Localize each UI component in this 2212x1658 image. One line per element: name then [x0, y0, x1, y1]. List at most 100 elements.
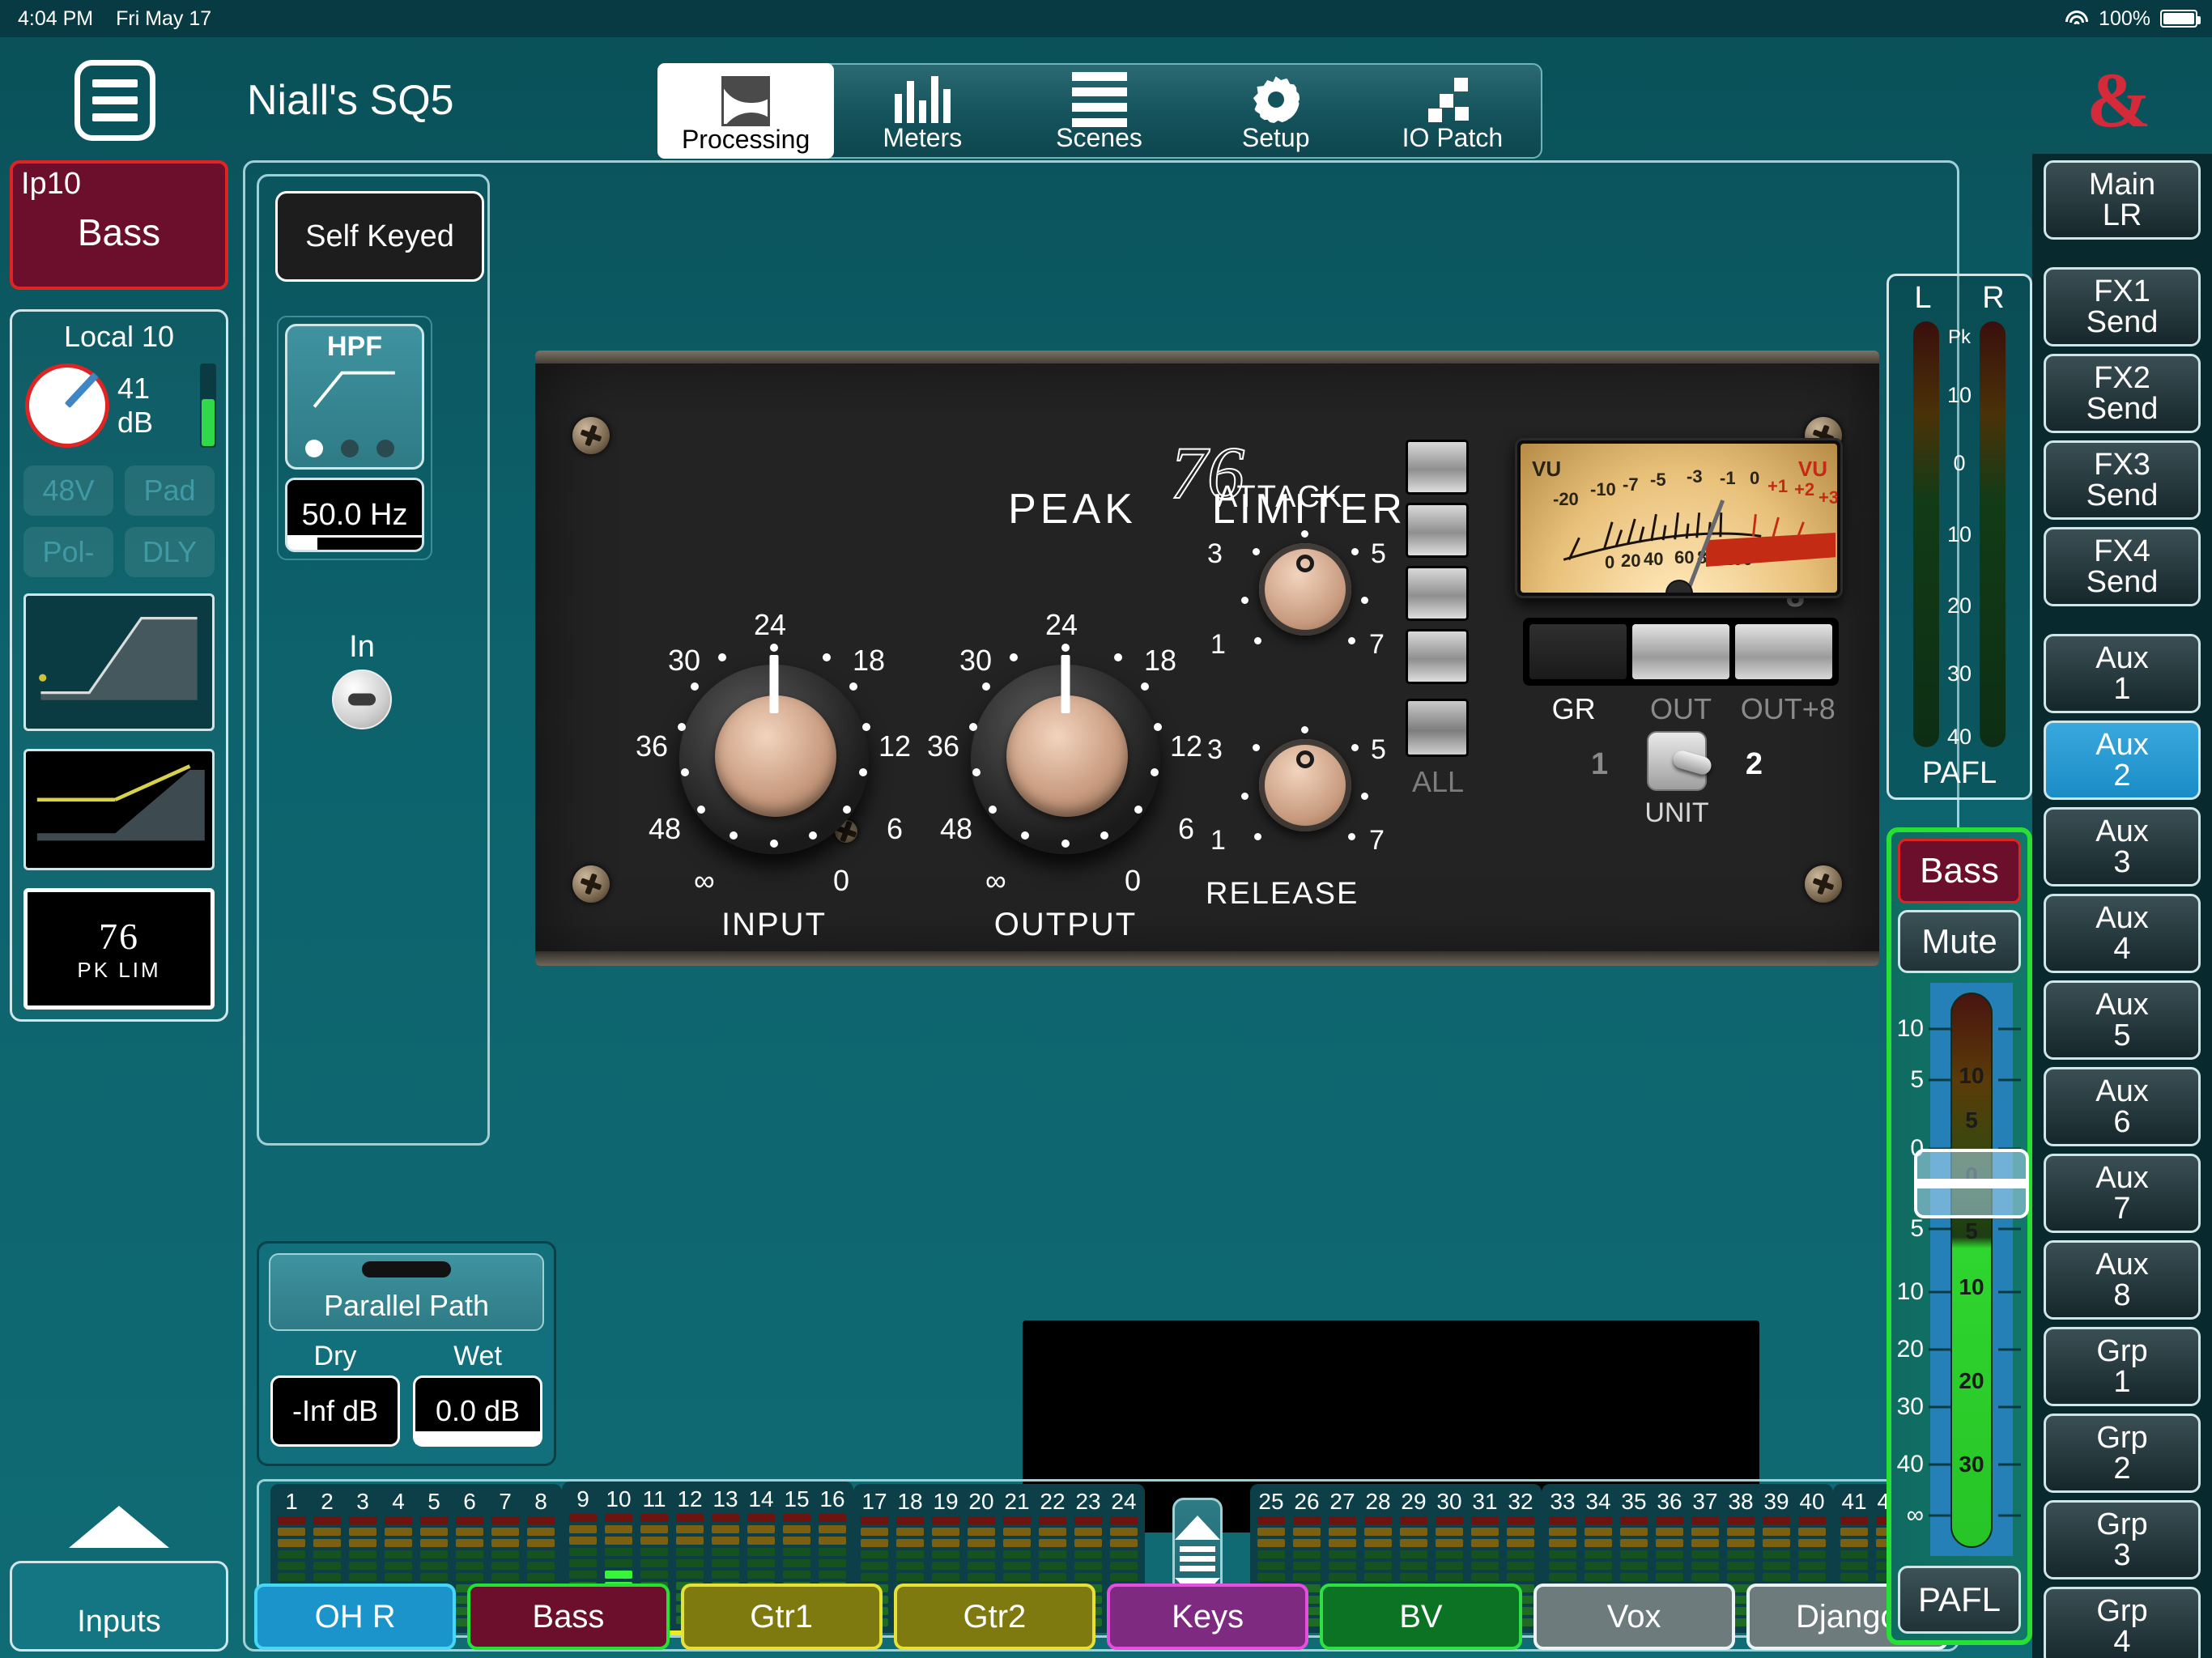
- mix-button-aux-8[interactable]: Aux8: [2044, 1240, 2201, 1320]
- channel-preamp-column: Ip10 Bass Local 10 41 dB 48V Pad Pol- DL…: [10, 160, 228, 1652]
- ratio-button-4[interactable]: [1406, 629, 1469, 684]
- mix-button-fx1-send[interactable]: FX1Send: [2044, 267, 2201, 346]
- attack-scale-3: 3: [1207, 538, 1223, 570]
- preamp-panel: Local 10 41 dB 48V Pad Pol- DLY: [10, 309, 228, 1022]
- meter-mode-gr-label: GR: [1523, 692, 1624, 726]
- mix-button-grp-1[interactable]: Grp1: [2044, 1327, 2201, 1406]
- fader-channel-name[interactable]: Bass: [1898, 839, 2021, 903]
- channel-button-keys[interactable]: Keys: [1107, 1584, 1308, 1650]
- mix-button-grp-3[interactable]: Grp3: [2044, 1500, 2201, 1579]
- pafl-scale: Pk 10 0 10 20 30 40: [1889, 321, 2030, 747]
- io-patch-icon: [1428, 74, 1477, 125]
- screw-icon: [572, 865, 610, 903]
- polarity-button[interactable]: Pol-: [23, 527, 113, 577]
- ratio-button-20[interactable]: [1406, 440, 1469, 495]
- mix-button-aux-2[interactable]: Aux2: [2044, 721, 2201, 800]
- mix-button-grp-4[interactable]: Grp4: [2044, 1587, 2201, 1658]
- channel-meter-scale: 10 5 0 5 10 20 30: [1950, 993, 1993, 1548]
- fader-handle[interactable]: [1914, 1149, 2029, 1218]
- main-tab-bar: Processing Meters Scenes Setup: [657, 63, 1542, 159]
- meter-mode-out-button[interactable]: [1632, 624, 1729, 679]
- mix-button-fx4-send[interactable]: FX4Send: [2044, 527, 2201, 606]
- hpf-slope-dots: [305, 440, 394, 457]
- eq-thumbnail[interactable]: [23, 593, 215, 731]
- dry-value[interactable]: -Inf dB: [270, 1375, 400, 1447]
- mix-button-aux-5[interactable]: Aux5: [2044, 980, 2201, 1060]
- tab-setup[interactable]: Setup: [1188, 65, 1364, 157]
- scroll-up-arrow[interactable]: [69, 1506, 169, 1548]
- ratio-all-button[interactable]: [1406, 699, 1469, 757]
- mix-button-aux-7[interactable]: Aux7: [2044, 1154, 2201, 1233]
- fader-scale-right: [1997, 983, 2021, 1556]
- ratio-all-label: ALL: [1393, 765, 1482, 799]
- output-knob[interactable]: OUTPUT 24 30 18 36 12 48 6 ∞ 0: [932, 626, 1199, 893]
- parallel-path-grip-icon: [362, 1261, 451, 1278]
- nudge-middle-icon: [1180, 1546, 1215, 1571]
- unit-label: UNIT: [1580, 797, 1774, 829]
- fader-scale: 10 5 0 5 10 20 30 40 ∞: [1895, 983, 1951, 1556]
- channel-number: Ip10: [21, 167, 81, 202]
- hpf-frequency-value[interactable]: 50.0 Hz: [285, 478, 424, 552]
- meters-icon: [895, 74, 951, 125]
- channel-button-vox[interactable]: Vox: [1534, 1584, 1735, 1650]
- release-scale-5: 5: [1371, 734, 1386, 766]
- phantom-48v-button[interactable]: 48V: [23, 466, 113, 516]
- limiter-thumbnail[interactable]: 76 PK LIM: [23, 888, 215, 1010]
- sidechain-hpf-group: HPF 50.0 Hz: [277, 316, 432, 560]
- tab-meters[interactable]: Meters: [834, 65, 1010, 157]
- status-time: 4:04 PM: [18, 7, 93, 31]
- parallel-path-button[interactable]: Parallel Path: [269, 1253, 544, 1331]
- pafl-right-label: R: [1982, 281, 2004, 316]
- tab-processing[interactable]: Processing: [657, 63, 834, 159]
- nudge-up-icon: [1175, 1516, 1220, 1540]
- mix-button-fx2-send[interactable]: FX2Send: [2044, 354, 2201, 433]
- gate-thumbnail[interactable]: [23, 749, 215, 870]
- channel-button-gtr2[interactable]: Gtr2: [894, 1584, 1095, 1650]
- mix-button-aux-4[interactable]: Aux4: [2044, 894, 2201, 973]
- tab-scenes[interactable]: Scenes: [1010, 65, 1187, 157]
- processing-icon: [721, 76, 770, 126]
- mix-button-grp-2[interactable]: Grp2: [2044, 1414, 2201, 1493]
- sidechain-in-toggle[interactable]: In: [332, 630, 392, 729]
- tab-io-patch[interactable]: IO Patch: [1364, 65, 1541, 157]
- channel-button-gtr1[interactable]: Gtr1: [681, 1584, 883, 1650]
- unit-switch-group[interactable]: 1 2 UNIT: [1580, 731, 1774, 829]
- key-source-button[interactable]: Self Keyed: [275, 191, 484, 282]
- wet-value[interactable]: 0.0 dB: [413, 1375, 542, 1447]
- release-knob[interactable]: [1244, 725, 1366, 846]
- meter-mode-out8-button[interactable]: [1735, 624, 1832, 679]
- attack-scale-5: 5: [1371, 538, 1386, 570]
- channel-pafl-button[interactable]: PAFL: [1898, 1566, 2021, 1634]
- peak-limiter-plugin: 76 PEAK LIMITER INPUT 24 30 18 36 12 48 …: [535, 351, 1879, 966]
- release-scale-7: 7: [1369, 825, 1385, 857]
- ratio-button-12[interactable]: [1406, 503, 1469, 558]
- input-knob[interactable]: INPUT 24 30 18 36 12 48 6 ∞ 0: [640, 626, 908, 893]
- mix-button-fx3-send[interactable]: FX3Send: [2044, 440, 2201, 520]
- hpf-button[interactable]: HPF: [285, 324, 424, 470]
- gain-knob[interactable]: [25, 363, 109, 448]
- meter-mode-gr-button[interactable]: [1529, 624, 1627, 679]
- attack-scale-7: 7: [1369, 629, 1385, 661]
- sq5-mixer-app: 4:04 PM Fri May 17 100% Niall's SQ5 Proc…: [0, 0, 2212, 1658]
- delay-button[interactable]: DLY: [125, 527, 215, 577]
- app-header: Niall's SQ5 Processing Meters Scenes: [0, 37, 2212, 159]
- ratio-button-8[interactable]: [1406, 566, 1469, 621]
- mute-button[interactable]: Mute: [1898, 910, 2021, 973]
- channel-button-bass[interactable]: Bass: [467, 1584, 669, 1650]
- unit-toggle-switch[interactable]: [1647, 731, 1707, 791]
- selected-channel-badge[interactable]: Ip10 Bass: [10, 160, 228, 290]
- channel-button-bv[interactable]: BV: [1320, 1584, 1521, 1650]
- channel-button-ohr[interactable]: OH R: [254, 1584, 456, 1650]
- mix-select-bar: MainLR FX1Send FX2Send FX3Send FX4Send A…: [2032, 154, 2212, 1658]
- mix-button-aux-3[interactable]: Aux3: [2044, 807, 2201, 886]
- pad-button[interactable]: Pad: [125, 466, 215, 516]
- input-level-meter: [200, 363, 216, 448]
- mix-button-main-lr[interactable]: MainLR: [2044, 160, 2201, 240]
- parallel-path-panel: Parallel Path Dry -Inf dB Wet 0.0 dB: [257, 1241, 556, 1466]
- channel-select-bar: OH R Bass Gtr1 Gtr2 Keys BV Vox Django: [243, 1584, 1959, 1650]
- attack-knob[interactable]: [1244, 529, 1366, 650]
- list-menu-icon[interactable]: [74, 60, 155, 141]
- mix-button-aux-1[interactable]: Aux1: [2044, 634, 2201, 713]
- mix-button-aux-6[interactable]: Aux6: [2044, 1067, 2201, 1146]
- inputs-layer-button[interactable]: Inputs: [10, 1561, 228, 1652]
